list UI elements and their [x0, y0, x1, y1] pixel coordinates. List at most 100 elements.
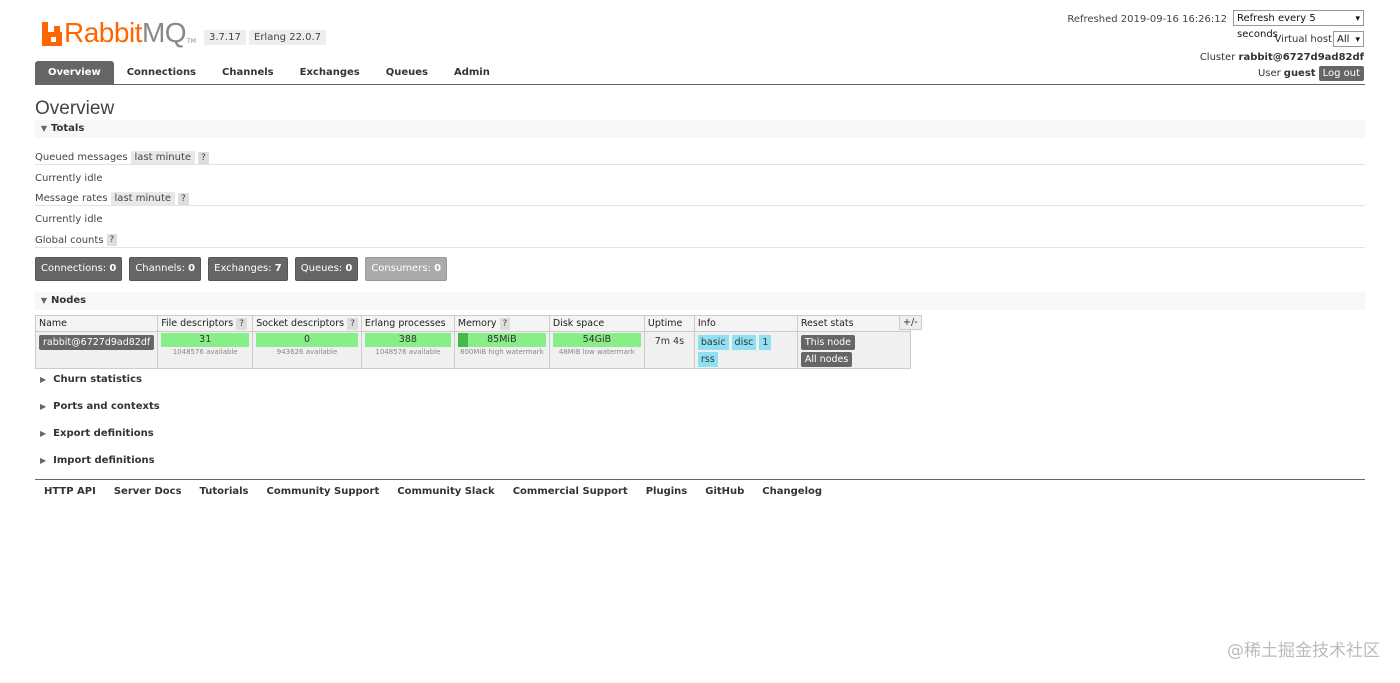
cluster-info: Cluster rabbit@6727d9ad82df: [1200, 52, 1364, 63]
queued-idle-text: Currently idle: [35, 173, 103, 184]
main-tabs: Overview Connections Channels Exchanges …: [35, 61, 503, 85]
memory-watermark: 800MiB high watermark: [460, 348, 544, 356]
refreshed-timestamp: Refreshed 2019-09-16 16:26:12: [1067, 14, 1227, 25]
message-rates-label: Message rates: [35, 193, 108, 204]
help-button[interactable]: ?: [236, 318, 247, 330]
tab-exchanges[interactable]: Exchanges: [287, 61, 373, 85]
version-badge: 3.7.17: [204, 30, 246, 45]
socket-descriptors-available: 943626 available: [276, 348, 338, 356]
info-badge-disc: disc: [731, 335, 757, 350]
footer-link-changelog[interactable]: Changelog: [753, 486, 831, 497]
logo-text-mq: MQ: [141, 17, 187, 48]
queued-range-selector[interactable]: last minute: [130, 151, 196, 164]
col-reset-stats: Reset stats: [796, 315, 911, 332]
queued-help-button[interactable]: ?: [198, 151, 209, 164]
global-counts-label: Global counts: [35, 234, 104, 246]
queues-count-button[interactable]: Queues: 0: [294, 257, 359, 281]
nodes-table: Name File descriptors ? Socket descripto…: [34, 315, 911, 369]
footer-link-commercial-support[interactable]: Commercial Support: [504, 486, 637, 497]
memory-bar: 85MiB: [457, 333, 546, 347]
logo-trademark: TM: [187, 38, 196, 45]
footer-link-community-slack[interactable]: Community Slack: [388, 486, 503, 497]
col-info: Info: [693, 315, 798, 332]
user-info: User guest Log out: [1258, 66, 1364, 81]
col-uptime: Uptime: [643, 315, 695, 332]
watermark-text: @稀土掘金技术社区: [1227, 641, 1380, 661]
disk-space-cell: 54GiB 48MiB low watermark: [548, 331, 645, 369]
node-name-cell: rabbit@6727d9ad82df: [34, 331, 159, 369]
logout-button[interactable]: Log out: [1318, 66, 1364, 81]
global-counts-row: Global counts ?: [35, 234, 118, 246]
footer-link-github[interactable]: GitHub: [696, 486, 753, 497]
global-help-button[interactable]: ?: [106, 234, 118, 246]
page-title: Overview: [35, 98, 115, 119]
footer-link-http-api[interactable]: HTTP API: [35, 486, 105, 497]
file-descriptors-available: 1048576 available: [172, 348, 238, 356]
help-button[interactable]: ?: [499, 318, 511, 330]
nodes-title: Nodes: [51, 295, 87, 306]
cluster-name: rabbit@6727d9ad82df: [1238, 52, 1364, 63]
node-name-link[interactable]: rabbit@6727d9ad82df: [39, 335, 155, 350]
consumers-count-button[interactable]: Consumers: 0: [365, 257, 448, 281]
refresh-interval-select[interactable]: Refresh every 5 seconds: [1233, 10, 1364, 40]
socket-descriptors-cell: 0 943626 available: [252, 331, 362, 369]
info-badge-basic: basic: [697, 335, 729, 350]
cluster-label: Cluster: [1199, 52, 1236, 63]
import-definitions-section[interactable]: ▶ Import definitions: [40, 455, 155, 466]
user-name: guest: [1283, 68, 1316, 79]
col-disk-space: Disk space: [548, 315, 645, 332]
info-cell: basic disc 1 rss: [693, 331, 798, 369]
memory-cell: 85MiB 800MiB high watermark: [453, 331, 550, 369]
churn-statistics-section[interactable]: ▶ Churn statistics: [40, 374, 142, 385]
collapsed-triangle-icon: ▶: [40, 375, 47, 384]
reset-this-node-button[interactable]: This node: [800, 335, 856, 350]
tab-connections[interactable]: Connections: [114, 61, 209, 85]
footer-link-tutorials[interactable]: Tutorials: [191, 486, 258, 497]
export-definitions-section[interactable]: ▶ Export definitions: [40, 428, 154, 439]
footer-link-plugins[interactable]: Plugins: [637, 486, 697, 497]
channels-count-button[interactable]: Channels: 0: [129, 257, 202, 281]
erlang-processes-cell: 388 1048576 available: [360, 331, 455, 369]
file-descriptors-bar: 31: [161, 333, 250, 347]
help-button[interactable]: ?: [347, 318, 358, 330]
tab-channels[interactable]: Channels: [209, 61, 287, 85]
divider: [35, 205, 1365, 206]
col-socket-descriptors: Socket descriptors ?: [252, 315, 362, 332]
info-badge-count: 1: [759, 335, 772, 350]
rates-range-selector[interactable]: last minute: [110, 192, 176, 205]
exchanges-count-button[interactable]: Exchanges: 7: [208, 257, 288, 281]
erlang-processes-bar: 388: [364, 333, 451, 347]
divider: [35, 164, 1365, 165]
global-counts: Connections: 0 Channels: 0 Exchanges: 7 …: [35, 257, 448, 281]
collapsed-triangle-icon: ▶: [40, 402, 47, 411]
tab-overview[interactable]: Overview: [35, 61, 114, 85]
footer-link-server-docs[interactable]: Server Docs: [105, 486, 191, 497]
totals-title: Totals: [51, 123, 85, 134]
rabbitmq-logo: Rabbit MQ TM: [42, 17, 196, 48]
connections-count-button[interactable]: Connections: 0: [35, 257, 123, 281]
columns-toggle-button[interactable]: +/-: [899, 315, 922, 330]
rates-idle-text: Currently idle: [35, 214, 103, 225]
divider: [35, 247, 1365, 248]
file-descriptors-cell: 31 1048576 available: [157, 331, 254, 369]
info-badge-rss: rss: [697, 352, 718, 367]
rates-help-button[interactable]: ?: [178, 192, 189, 205]
tab-admin[interactable]: Admin: [441, 61, 503, 85]
virtual-host-select[interactable]: All: [1333, 31, 1364, 48]
table-row: rabbit@6727d9ad82df 31 1048576 available…: [34, 331, 911, 369]
expanded-triangle-icon: ▼: [40, 296, 48, 305]
memory-bar-fill: [457, 333, 468, 347]
ports-contexts-section[interactable]: ▶ Ports and contexts: [40, 401, 160, 412]
reset-stats-cell: This node All nodes: [796, 331, 911, 369]
footer-link-community-support[interactable]: Community Support: [258, 486, 389, 497]
col-memory: Memory ?: [453, 315, 550, 332]
totals-section-header[interactable]: ▼ Totals: [35, 120, 1365, 138]
queued-messages-row: Queued messages last minute ?: [35, 151, 209, 164]
tab-queues[interactable]: Queues: [373, 61, 441, 85]
erlang-processes-available: 1048576 available: [375, 348, 441, 356]
footer-divider: [35, 479, 1365, 480]
nodes-section-header[interactable]: ▼ Nodes: [35, 292, 1365, 310]
reset-all-nodes-button[interactable]: All nodes: [800, 352, 853, 367]
col-erlang-processes: Erlang processes: [360, 315, 455, 332]
erlang-badge: Erlang 22.0.7: [249, 30, 327, 45]
